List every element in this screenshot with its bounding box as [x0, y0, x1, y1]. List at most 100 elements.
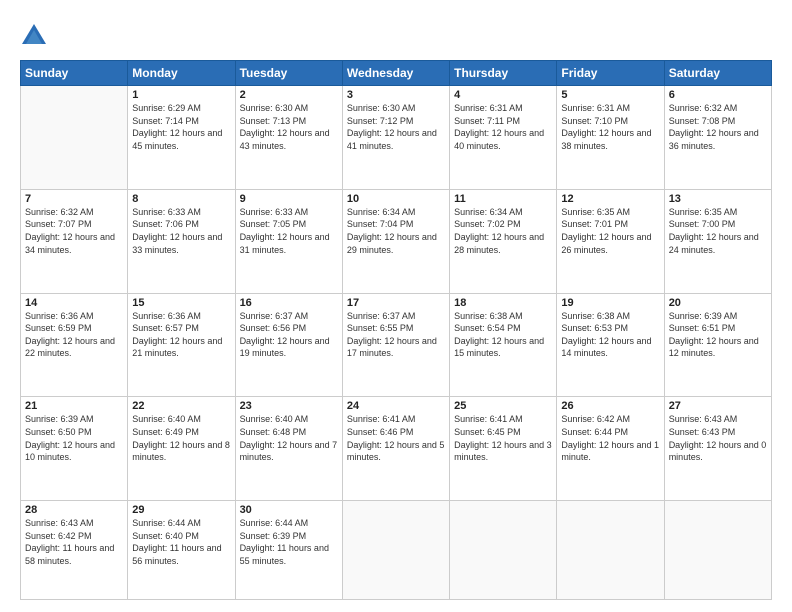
week-row-3: 21Sunrise: 6:39 AMSunset: 6:50 PMDayligh…: [21, 397, 772, 501]
calendar-cell: 22Sunrise: 6:40 AMSunset: 6:49 PMDayligh…: [128, 397, 235, 501]
calendar-cell: 1Sunrise: 6:29 AMSunset: 7:14 PMDaylight…: [128, 86, 235, 190]
day-detail: Sunrise: 6:37 AMSunset: 6:56 PMDaylight:…: [240, 310, 338, 360]
calendar-cell: 16Sunrise: 6:37 AMSunset: 6:56 PMDayligh…: [235, 293, 342, 397]
calendar-cell: 15Sunrise: 6:36 AMSunset: 6:57 PMDayligh…: [128, 293, 235, 397]
calendar-cell: 26Sunrise: 6:42 AMSunset: 6:44 PMDayligh…: [557, 397, 664, 501]
day-number: 16: [240, 297, 338, 309]
day-number: 11: [454, 193, 552, 205]
calendar-cell: 30Sunrise: 6:44 AMSunset: 6:39 PMDayligh…: [235, 501, 342, 600]
day-detail: Sunrise: 6:34 AMSunset: 7:04 PMDaylight:…: [347, 206, 445, 256]
weekday-header-saturday: Saturday: [664, 61, 771, 86]
day-number: 28: [25, 504, 123, 516]
calendar-cell: 24Sunrise: 6:41 AMSunset: 6:46 PMDayligh…: [342, 397, 449, 501]
day-detail: Sunrise: 6:33 AMSunset: 7:06 PMDaylight:…: [132, 206, 230, 256]
day-number: 19: [561, 297, 659, 309]
calendar-cell: 25Sunrise: 6:41 AMSunset: 6:45 PMDayligh…: [450, 397, 557, 501]
weekday-header-tuesday: Tuesday: [235, 61, 342, 86]
day-number: 22: [132, 400, 230, 412]
day-number: 26: [561, 400, 659, 412]
calendar-cell: 11Sunrise: 6:34 AMSunset: 7:02 PMDayligh…: [450, 189, 557, 293]
calendar-cell: 18Sunrise: 6:38 AMSunset: 6:54 PMDayligh…: [450, 293, 557, 397]
calendar-cell: 19Sunrise: 6:38 AMSunset: 6:53 PMDayligh…: [557, 293, 664, 397]
calendar-cell: 27Sunrise: 6:43 AMSunset: 6:43 PMDayligh…: [664, 397, 771, 501]
day-detail: Sunrise: 6:32 AMSunset: 7:08 PMDaylight:…: [669, 102, 767, 152]
calendar-cell: 3Sunrise: 6:30 AMSunset: 7:12 PMDaylight…: [342, 86, 449, 190]
page: SundayMondayTuesdayWednesdayThursdayFrid…: [0, 0, 792, 612]
day-number: 27: [669, 400, 767, 412]
day-detail: Sunrise: 6:35 AMSunset: 7:00 PMDaylight:…: [669, 206, 767, 256]
weekday-header-thursday: Thursday: [450, 61, 557, 86]
week-row-0: 1Sunrise: 6:29 AMSunset: 7:14 PMDaylight…: [21, 86, 772, 190]
day-detail: Sunrise: 6:38 AMSunset: 6:53 PMDaylight:…: [561, 310, 659, 360]
weekday-header-friday: Friday: [557, 61, 664, 86]
calendar-cell: [664, 501, 771, 600]
weekday-header-wednesday: Wednesday: [342, 61, 449, 86]
day-detail: Sunrise: 6:39 AMSunset: 6:50 PMDaylight:…: [25, 413, 123, 463]
calendar: SundayMondayTuesdayWednesdayThursdayFrid…: [20, 60, 772, 600]
calendar-cell: 8Sunrise: 6:33 AMSunset: 7:06 PMDaylight…: [128, 189, 235, 293]
calendar-cell: 23Sunrise: 6:40 AMSunset: 6:48 PMDayligh…: [235, 397, 342, 501]
day-number: 18: [454, 297, 552, 309]
calendar-cell: [342, 501, 449, 600]
day-detail: Sunrise: 6:31 AMSunset: 7:10 PMDaylight:…: [561, 102, 659, 152]
weekday-header-monday: Monday: [128, 61, 235, 86]
calendar-cell: 7Sunrise: 6:32 AMSunset: 7:07 PMDaylight…: [21, 189, 128, 293]
day-detail: Sunrise: 6:32 AMSunset: 7:07 PMDaylight:…: [25, 206, 123, 256]
day-number: 24: [347, 400, 445, 412]
day-detail: Sunrise: 6:44 AMSunset: 6:39 PMDaylight:…: [240, 517, 338, 567]
calendar-cell: 6Sunrise: 6:32 AMSunset: 7:08 PMDaylight…: [664, 86, 771, 190]
day-number: 14: [25, 297, 123, 309]
calendar-cell: 29Sunrise: 6:44 AMSunset: 6:40 PMDayligh…: [128, 501, 235, 600]
calendar-cell: 14Sunrise: 6:36 AMSunset: 6:59 PMDayligh…: [21, 293, 128, 397]
calendar-cell: 9Sunrise: 6:33 AMSunset: 7:05 PMDaylight…: [235, 189, 342, 293]
day-number: 6: [669, 89, 767, 101]
calendar-cell: 5Sunrise: 6:31 AMSunset: 7:10 PMDaylight…: [557, 86, 664, 190]
day-detail: Sunrise: 6:40 AMSunset: 6:48 PMDaylight:…: [240, 413, 338, 463]
calendar-cell: 20Sunrise: 6:39 AMSunset: 6:51 PMDayligh…: [664, 293, 771, 397]
day-number: 1: [132, 89, 230, 101]
day-detail: Sunrise: 6:41 AMSunset: 6:46 PMDaylight:…: [347, 413, 445, 463]
day-detail: Sunrise: 6:36 AMSunset: 6:59 PMDaylight:…: [25, 310, 123, 360]
day-detail: Sunrise: 6:44 AMSunset: 6:40 PMDaylight:…: [132, 517, 230, 567]
day-detail: Sunrise: 6:35 AMSunset: 7:01 PMDaylight:…: [561, 206, 659, 256]
day-number: 15: [132, 297, 230, 309]
day-number: 20: [669, 297, 767, 309]
calendar-cell: 17Sunrise: 6:37 AMSunset: 6:55 PMDayligh…: [342, 293, 449, 397]
calendar-cell: [21, 86, 128, 190]
header: [20, 18, 772, 50]
day-number: 4: [454, 89, 552, 101]
day-detail: Sunrise: 6:41 AMSunset: 6:45 PMDaylight:…: [454, 413, 552, 463]
weekday-header-row: SundayMondayTuesdayWednesdayThursdayFrid…: [21, 61, 772, 86]
day-detail: Sunrise: 6:43 AMSunset: 6:42 PMDaylight:…: [25, 517, 123, 567]
day-detail: Sunrise: 6:38 AMSunset: 6:54 PMDaylight:…: [454, 310, 552, 360]
calendar-cell: [450, 501, 557, 600]
day-detail: Sunrise: 6:37 AMSunset: 6:55 PMDaylight:…: [347, 310, 445, 360]
logo: [20, 22, 52, 50]
day-detail: Sunrise: 6:34 AMSunset: 7:02 PMDaylight:…: [454, 206, 552, 256]
day-detail: Sunrise: 6:33 AMSunset: 7:05 PMDaylight:…: [240, 206, 338, 256]
calendar-cell: 13Sunrise: 6:35 AMSunset: 7:00 PMDayligh…: [664, 189, 771, 293]
day-number: 7: [25, 193, 123, 205]
day-detail: Sunrise: 6:29 AMSunset: 7:14 PMDaylight:…: [132, 102, 230, 152]
day-detail: Sunrise: 6:43 AMSunset: 6:43 PMDaylight:…: [669, 413, 767, 463]
day-number: 17: [347, 297, 445, 309]
calendar-cell: 12Sunrise: 6:35 AMSunset: 7:01 PMDayligh…: [557, 189, 664, 293]
day-detail: Sunrise: 6:42 AMSunset: 6:44 PMDaylight:…: [561, 413, 659, 463]
day-detail: Sunrise: 6:39 AMSunset: 6:51 PMDaylight:…: [669, 310, 767, 360]
day-number: 23: [240, 400, 338, 412]
day-number: 21: [25, 400, 123, 412]
calendar-cell: 28Sunrise: 6:43 AMSunset: 6:42 PMDayligh…: [21, 501, 128, 600]
calendar-cell: 21Sunrise: 6:39 AMSunset: 6:50 PMDayligh…: [21, 397, 128, 501]
calendar-cell: 10Sunrise: 6:34 AMSunset: 7:04 PMDayligh…: [342, 189, 449, 293]
day-detail: Sunrise: 6:30 AMSunset: 7:12 PMDaylight:…: [347, 102, 445, 152]
calendar-cell: [557, 501, 664, 600]
day-detail: Sunrise: 6:31 AMSunset: 7:11 PMDaylight:…: [454, 102, 552, 152]
calendar-cell: 4Sunrise: 6:31 AMSunset: 7:11 PMDaylight…: [450, 86, 557, 190]
day-number: 3: [347, 89, 445, 101]
day-number: 25: [454, 400, 552, 412]
day-number: 29: [132, 504, 230, 516]
day-detail: Sunrise: 6:36 AMSunset: 6:57 PMDaylight:…: [132, 310, 230, 360]
day-number: 13: [669, 193, 767, 205]
logo-icon: [20, 22, 48, 50]
day-number: 9: [240, 193, 338, 205]
